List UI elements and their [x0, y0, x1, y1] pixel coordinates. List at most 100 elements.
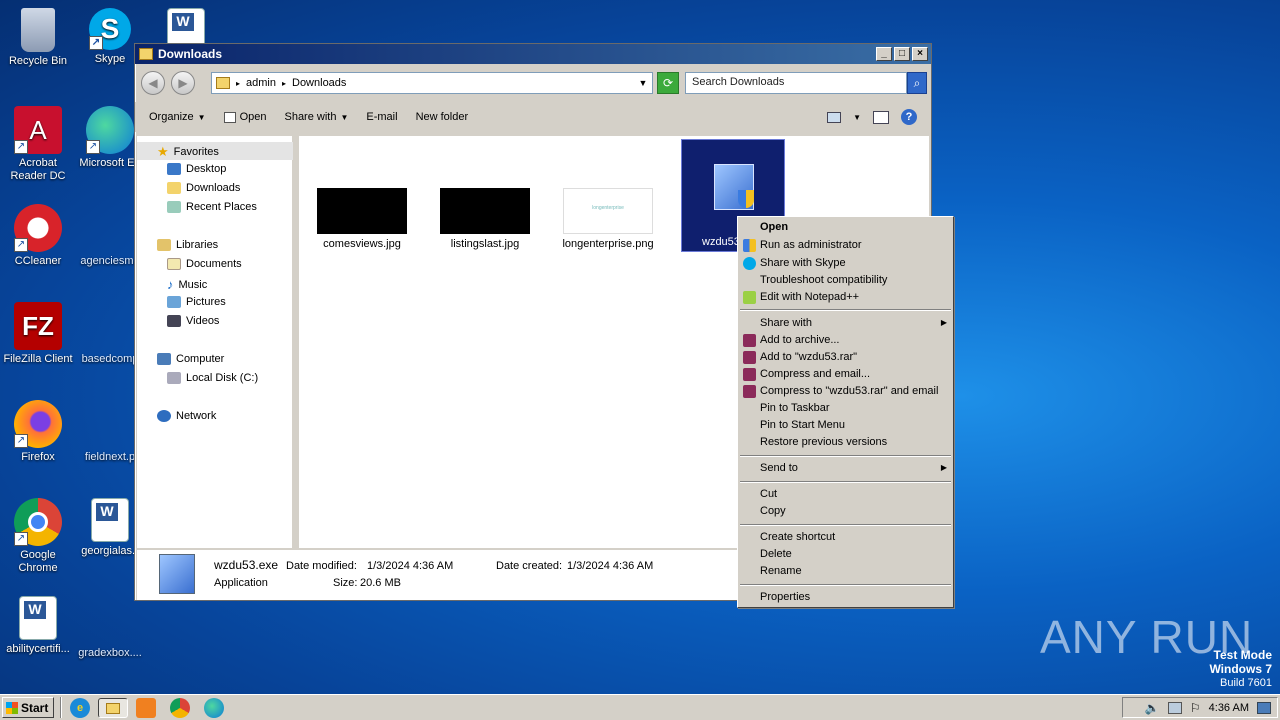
- start-label: Start: [21, 700, 49, 715]
- menu-run-as-admin[interactable]: Run as administrator: [760, 239, 862, 251]
- menu-pin-taskbar[interactable]: Pin to Taskbar: [760, 402, 830, 414]
- menu-open[interactable]: Open: [760, 221, 788, 233]
- menu-create-shortcut[interactable]: Create shortcut: [760, 531, 835, 543]
- desktop-icon-recycle-bin[interactable]: Recycle Bin: [0, 8, 76, 68]
- menu-share-with[interactable]: Share with: [760, 317, 812, 329]
- menu-troubleshoot[interactable]: Troubleshoot compatibility: [760, 274, 887, 286]
- preview-pane-icon[interactable]: [873, 110, 889, 124]
- breadcrumb-downloads[interactable]: Downloads: [292, 77, 346, 89]
- desktop-icon-label: gradexbox....: [78, 647, 142, 659]
- installer-icon: [159, 554, 195, 594]
- nav-label: Desktop: [186, 163, 227, 175]
- shield-icon: [738, 190, 754, 208]
- menu-add-archive[interactable]: Add to archive...: [760, 334, 840, 346]
- nav-network[interactable]: Network: [157, 410, 216, 422]
- view-icon[interactable]: [827, 111, 842, 123]
- menu-separator: [740, 455, 951, 457]
- chrome-icon[interactable]: [170, 698, 190, 718]
- winrar-icon: [743, 351, 756, 364]
- menu-restore-versions[interactable]: Restore previous versions: [760, 436, 887, 448]
- desktop-icon-abilitycertifi[interactable]: W abilitycertifi...: [0, 596, 76, 656]
- back-button[interactable]: ◀: [141, 71, 165, 95]
- nav-local-disk[interactable]: Local Disk (C:): [167, 372, 258, 384]
- chevron-down-icon[interactable]: ▼: [634, 78, 652, 88]
- chrome-icon: ↗: [14, 498, 62, 546]
- star-icon: ★: [157, 144, 169, 159]
- network-icon[interactable]: [1167, 701, 1182, 714]
- edge-icon[interactable]: [204, 698, 224, 718]
- desktop-icon-firefox[interactable]: ↗ Firefox: [0, 400, 76, 464]
- file-name: comesviews.jpg: [323, 238, 401, 250]
- menu-copy[interactable]: Copy: [760, 505, 786, 517]
- menu-compress-email[interactable]: Compress and email...: [760, 368, 870, 380]
- file-item[interactable]: listingslast.jpg: [430, 188, 540, 250]
- clock[interactable]: 4:36 AM: [1209, 702, 1249, 714]
- nav-pictures[interactable]: Pictures: [167, 296, 226, 308]
- image-thumbnail: longenterprise: [563, 188, 653, 234]
- menu-send-to[interactable]: Send to: [760, 462, 798, 474]
- folder-icon: [106, 703, 120, 714]
- breadcrumb-separator-icon: ▸: [236, 78, 241, 88]
- forward-button[interactable]: ▶: [171, 71, 195, 95]
- menu-share-skype[interactable]: Share with Skype: [760, 257, 846, 269]
- menu-properties[interactable]: Properties: [760, 591, 810, 603]
- nav-videos[interactable]: Videos: [167, 315, 219, 327]
- refresh-button[interactable]: ⟳: [657, 72, 679, 94]
- maximize-button[interactable]: □: [894, 47, 910, 61]
- menu-compress-rar-email[interactable]: Compress to "wzdu53.rar" and email: [760, 385, 938, 397]
- menu-edit-notepad[interactable]: Edit with Notepad++: [760, 291, 859, 303]
- close-button[interactable]: ×: [912, 47, 928, 61]
- nav-favorites[interactable]: ★ Favorites: [157, 144, 219, 160]
- menu-rename[interactable]: Rename: [760, 565, 802, 577]
- desktop-icon-acrobat[interactable]: A ↗ Acrobat Reader DC: [0, 106, 76, 183]
- nav-computer[interactable]: Computer: [157, 353, 224, 365]
- desktop-icon-chrome[interactable]: ↗ Google Chrome: [0, 498, 76, 575]
- organize-button[interactable]: Organize ▼: [149, 111, 206, 123]
- help-icon[interactable]: ?: [901, 109, 917, 125]
- file-item[interactable]: comesviews.jpg: [307, 188, 417, 250]
- disk-icon: [167, 372, 181, 384]
- nav-desktop[interactable]: Desktop: [167, 163, 226, 175]
- menu-separator: [740, 309, 951, 311]
- volume-icon[interactable]: 🔈: [1145, 701, 1160, 715]
- explorer-taskbar-button[interactable]: [98, 698, 128, 718]
- menu-cut[interactable]: Cut: [760, 488, 777, 500]
- address-bar[interactable]: ▸ admin ▸ Downloads ▼: [211, 72, 653, 94]
- file-icon: [86, 596, 134, 644]
- start-button[interactable]: Start: [2, 697, 54, 718]
- title-bar[interactable]: Downloads _ □ ×: [135, 44, 931, 64]
- open-button[interactable]: Open: [223, 111, 266, 123]
- internet-explorer-icon[interactable]: e: [70, 698, 90, 718]
- search-button[interactable]: ⌕: [907, 72, 927, 94]
- action-center-flag-icon[interactable]: ⚐: [1190, 701, 1201, 715]
- new-folder-button[interactable]: New folder: [416, 111, 469, 123]
- skype-icon: S ↗: [89, 8, 131, 50]
- image-thumbnail: [440, 188, 530, 234]
- show-desktop-icon[interactable]: [1257, 701, 1271, 714]
- nav-documents[interactable]: Documents: [167, 258, 242, 270]
- media-player-icon[interactable]: [136, 698, 156, 718]
- nav-recent-places[interactable]: Recent Places: [167, 201, 257, 213]
- nav-music[interactable]: ♪ Music: [167, 277, 207, 292]
- menu-add-rar[interactable]: Add to "wzdu53.rar": [760, 351, 857, 363]
- file-item[interactable]: longenterprise longenterprise.png: [553, 188, 663, 250]
- breadcrumb-admin[interactable]: admin: [246, 77, 276, 89]
- pictures-icon: [167, 296, 181, 308]
- desktop-icon-label: Recycle Bin: [8, 55, 68, 67]
- search-input[interactable]: Search Downloads: [685, 72, 907, 94]
- desktop-icon-gradexbox[interactable]: gradexbox....: [72, 596, 148, 659]
- windows-logo-icon: [6, 701, 18, 714]
- downloads-folder-icon: [167, 182, 181, 194]
- share-with-button[interactable]: Share with ▼: [284, 111, 348, 123]
- nav-downloads[interactable]: Downloads: [167, 182, 240, 194]
- menu-delete[interactable]: Delete: [760, 548, 792, 560]
- desktop-icon-filezilla[interactable]: FZ FileZilla Client: [0, 302, 76, 366]
- view-dropdown-icon[interactable]: ▼: [853, 113, 861, 122]
- taskbar: Start e 🔈 ⚐ 4:36 AM: [0, 694, 1280, 720]
- nav-libraries[interactable]: Libraries: [157, 239, 218, 251]
- system-tray: 🔈 ⚐ 4:36 AM: [1122, 697, 1278, 718]
- minimize-button[interactable]: _: [876, 47, 892, 61]
- email-button[interactable]: E-mail: [366, 111, 397, 123]
- menu-pin-start[interactable]: Pin to Start Menu: [760, 419, 845, 431]
- desktop-icon-ccleaner[interactable]: ↗ CCleaner: [0, 204, 76, 268]
